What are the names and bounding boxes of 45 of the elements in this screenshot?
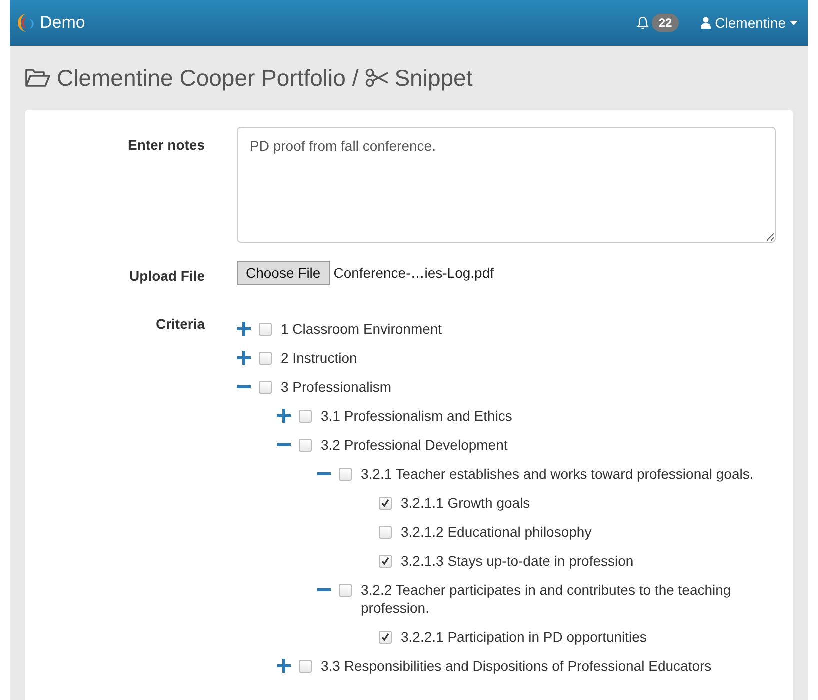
- criterion-label: 3.2.1.2 Educational philosophy: [401, 523, 592, 541]
- notification-count: 22: [652, 14, 680, 32]
- bell-icon[interactable]: [636, 16, 649, 30]
- criterion-label: 3.3 Responsibilities and Dispositions of Professional Educators: [321, 657, 712, 675]
- brand-link[interactable]: Demo: [40, 13, 86, 33]
- checkbox[interactable]: [259, 323, 272, 336]
- criterion-label: 2 Instruction: [281, 349, 358, 367]
- portfolio-title: Clementine Cooper Portfolio /: [57, 64, 359, 92]
- snippet-title: Snippet: [394, 64, 473, 92]
- user-icon: [701, 17, 712, 29]
- scissors-icon: [364, 68, 389, 88]
- checkbox[interactable]: [299, 439, 312, 452]
- checkbox[interactable]: [299, 410, 312, 423]
- caret-icon: [790, 20, 798, 26]
- criterion-label: 3.2.2.1 Participation in PD opportunities: [401, 628, 647, 646]
- logo-icon: [18, 13, 36, 33]
- criterion-label: 3.2.1 Teacher establishes and works toward professional goals.: [361, 465, 754, 483]
- criterion-label: 3.2 Professional Development: [321, 436, 508, 454]
- checkbox[interactable]: [299, 660, 312, 673]
- checkbox[interactable]: [379, 555, 392, 568]
- expand-icon[interactable]: [277, 659, 291, 673]
- notes-field[interactable]: PD proof from fall conference.: [237, 127, 776, 243]
- user-menu[interactable]: Clementine: [701, 15, 798, 31]
- criterion-label: 3.2.2 Teacher participates in and contributes to the teaching profession.: [361, 581, 732, 617]
- expand-icon[interactable]: [237, 322, 251, 336]
- expand-icon[interactable]: [277, 409, 291, 423]
- checkbox[interactable]: [339, 584, 352, 597]
- checkbox[interactable]: [339, 468, 352, 481]
- checkbox[interactable]: [379, 526, 392, 539]
- criterion-label: 3.2.1.3 Stays up-to-date in profession: [401, 552, 634, 570]
- choose-file-button[interactable]: Choose File: [237, 261, 330, 285]
- criterion-label: 3.2.1.1 Growth goals: [401, 494, 530, 512]
- field-label: Enter notes: [126, 136, 206, 155]
- expand-icon[interactable]: [237, 351, 251, 365]
- checkbox[interactable]: [259, 381, 272, 394]
- checkbox[interactable]: [379, 497, 392, 510]
- checkbox[interactable]: [379, 631, 392, 644]
- criterion-label: 3.1 Professionalism and Ethics: [321, 407, 512, 425]
- criterion-label: 3 Professionalism: [281, 378, 392, 396]
- criterion-label: 1 Classroom Environment: [281, 320, 442, 338]
- checkbox[interactable]: [259, 352, 272, 365]
- field-label: Criteria: [154, 315, 206, 334]
- folder-icon: [25, 68, 51, 88]
- field-label: Upload File: [128, 267, 206, 286]
- file-name: Conference-…ies-Log.pdf: [334, 265, 494, 281]
